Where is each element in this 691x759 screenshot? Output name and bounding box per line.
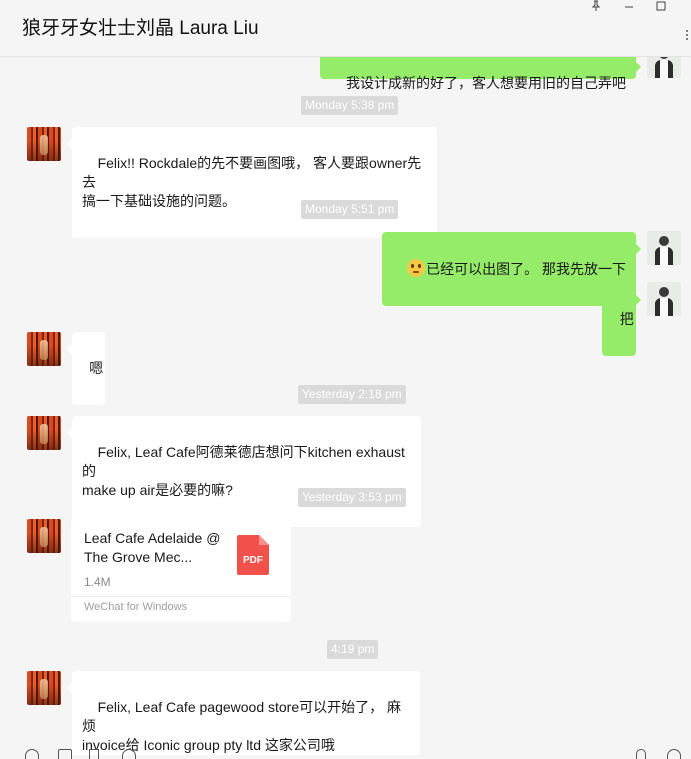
maximize-icon[interactable] [653, 0, 669, 14]
file-message[interactable]: Leaf Cafe Adelaide @ The Grove Mec... 1.… [71, 519, 291, 622]
message-incoming[interactable]: 嗯 [67, 332, 105, 405]
pdf-file-icon: PDF [237, 535, 269, 575]
screenshot-icon[interactable] [89, 749, 99, 759]
timestamp: Monday 5:38 pm [301, 96, 399, 115]
chat-title: 狼牙牙女壮士刘晶 Laura Liu [22, 18, 259, 39]
divider [71, 596, 291, 597]
file-type-label: PDF [243, 555, 263, 566]
my-avatar[interactable] [647, 282, 681, 316]
message-incoming[interactable]: Felix, Leaf Cafe阿德莱德店想问下kitchen exhaust的… [67, 416, 421, 527]
contact-avatar[interactable] [27, 127, 61, 161]
my-avatar[interactable] [647, 57, 681, 78]
message-incoming[interactable]: Felix, Leaf Cafe pagewood store可以开始了， 麻烦… [67, 671, 420, 755]
file-name: Leaf Cafe Adelaide @ The Grove Mec... [84, 530, 221, 565]
my-avatar[interactable] [647, 231, 681, 265]
timestamp: Yesterday 3:53 pm [298, 488, 406, 507]
message-text: 嗯 [89, 360, 104, 376]
message-outgoing[interactable]: 已经可以出图了。 那我先放一下 [381, 232, 642, 306]
video-call-icon[interactable] [667, 749, 681, 759]
contact-avatar[interactable] [27, 332, 61, 366]
chat-history-icon[interactable] [122, 749, 136, 759]
input-toolbar [0, 745, 691, 759]
emoji-icon[interactable] [25, 749, 39, 759]
folder-icon[interactable] [58, 749, 72, 759]
rolling-eyes-emoji-icon [407, 259, 426, 277]
message-text: 已经可以出图了。 那我先放一下 [426, 261, 626, 277]
minimize-icon[interactable] [621, 0, 637, 14]
message-text: 我设计成新的好了，客人想要用旧的自己弄吧 [346, 75, 626, 91]
message-outgoing[interactable]: 我设计成新的好了，客人想要用旧的自己弄吧 [320, 57, 641, 91]
message-text: 把 [619, 311, 634, 327]
timestamp: Monday 5:51 pm [301, 200, 399, 219]
contact-avatar[interactable] [27, 671, 61, 705]
contact-avatar[interactable] [27, 519, 61, 553]
timestamp: 4:19 pm [327, 640, 379, 659]
chat-header: 狼牙牙女壮士刘晶 Laura Liu [0, 0, 691, 57]
message-list[interactable]: 我设计成新的好了，客人想要用旧的自己弄吧 Monday 5:38 pm Feli… [0, 57, 691, 755]
contact-avatar[interactable] [27, 416, 61, 450]
file-size: 1.4M [84, 575, 111, 589]
timestamp: Yesterday 2:18 pm [298, 385, 406, 404]
pin-icon[interactable] [588, 0, 604, 14]
file-source: WeChat for Windows [84, 601, 188, 613]
message-incoming[interactable]: Felix!! Rockdale的先不要画图哦， 客人要跟owner先去 搞一下… [67, 127, 437, 238]
more-options-icon[interactable] [684, 29, 691, 43]
voice-call-icon[interactable] [636, 749, 646, 759]
message-outgoing[interactable]: 把 [602, 283, 641, 356]
